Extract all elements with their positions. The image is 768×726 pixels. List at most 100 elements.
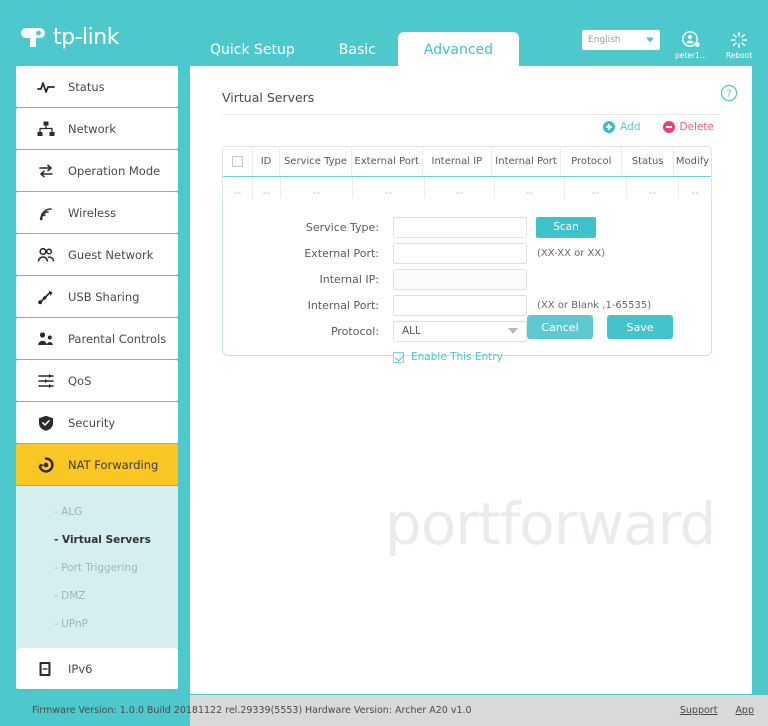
reboot-icon <box>729 30 749 50</box>
support-link[interactable]: Support <box>680 705 718 716</box>
cancel-button[interactable]: Cancel <box>527 315 593 339</box>
select-all-checkbox[interactable] <box>231 156 243 167</box>
sidebar-item-label: Status <box>68 79 105 94</box>
firmware-version: Firmware Version: 1.0.0 Build 20181122 r… <box>32 705 303 716</box>
page-title: Virtual Servers <box>222 90 315 105</box>
select-all-cell <box>223 147 253 176</box>
external-port-label: External Port: <box>304 246 379 260</box>
tp-link-logo-mark <box>18 22 48 52</box>
table-toolbar: Add Delete <box>603 121 714 133</box>
sidebar-item-security[interactable]: Security <box>16 402 178 443</box>
plus-circle-icon <box>603 121 616 133</box>
enable-entry-checkbox[interactable] <box>393 351 404 363</box>
page-root: tp-link Quick Setup Basic Advanced Engli… <box>0 0 768 726</box>
sidebar-item-label: Network <box>68 121 117 136</box>
sidebar-item-nat-forwarding[interactable]: NAT Forwarding <box>16 444 178 485</box>
entry-form: Service Type: Scan External Port: (XX-XX… <box>222 198 712 363</box>
top-tabs: Quick Setup Basic Advanced <box>188 32 520 68</box>
shield-icon <box>36 414 56 432</box>
internal-port-label: Internal Port: <box>307 298 379 312</box>
help-icon[interactable]: ? <box>720 84 738 102</box>
form-row-external-port: External Port: (XX-XX or XX) <box>223 240 711 266</box>
title-divider <box>222 114 720 115</box>
qos-icon <box>36 372 56 390</box>
pulse-icon <box>36 78 56 96</box>
subnav-item-upnp[interactable]: - UPnP <box>16 610 178 638</box>
svg-text:?: ? <box>726 89 731 100</box>
nat-icon <box>36 456 56 474</box>
table-header-row: ID Service Type External Port Internal I… <box>223 147 711 177</box>
tab-basic[interactable]: Basic <box>317 32 398 68</box>
sidebar-item-label: Security <box>68 415 116 430</box>
reboot-button[interactable]: Reboot <box>722 30 756 60</box>
language-select[interactable]: English <box>582 30 660 50</box>
sidebar-item-usb-sharing[interactable]: USB Sharing <box>16 276 178 317</box>
sidebar-item-qos[interactable]: QoS <box>16 360 178 401</box>
tab-advanced[interactable]: Advanced <box>397 32 520 68</box>
sidebar-item-label: Wireless <box>68 205 117 220</box>
sidebar-item-label: Parental Controls <box>68 331 167 346</box>
add-label: Add <box>620 121 641 133</box>
save-button[interactable]: Save <box>607 315 673 339</box>
app-header: tp-link Quick Setup Basic Advanced Engli… <box>0 0 768 68</box>
sidebar-item-parental-controls[interactable]: Parental Controls <box>16 318 178 359</box>
tab-quick-setup[interactable]: Quick Setup <box>188 32 317 68</box>
reboot-label: Reboot <box>725 51 753 60</box>
subnav-item-port-triggering[interactable]: - Port Triggering <box>16 554 178 582</box>
column-header-internal-ip: Internal IP <box>423 147 492 176</box>
hardware-version: Hardware Version: Archer A20 v1.0 <box>305 705 472 716</box>
content-panel: Virtual Servers ? Add Delete ID Service … <box>190 66 752 694</box>
sidebar-item-label: NAT Forwarding <box>68 457 159 472</box>
sidebar-item-operation-mode[interactable]: Operation Mode <box>16 150 178 191</box>
header-actions: English peter1... Reboot <box>582 30 756 60</box>
tp-link-logo-text: tp-link <box>53 24 119 50</box>
protocol-select[interactable]: ALL <box>393 320 527 342</box>
sidebar-item-ipv6[interactable]: IPv6 <box>16 648 178 689</box>
column-header-service-type: Service Type <box>280 147 352 176</box>
app-link[interactable]: App <box>735 705 754 716</box>
protocol-label: Protocol: <box>330 324 379 338</box>
subnav-item-dmz[interactable]: - DMZ <box>16 582 178 610</box>
tp-link-logo: tp-link <box>18 22 119 52</box>
enable-entry-label[interactable]: Enable This Entry <box>411 351 503 363</box>
sidebar: Status Network Operation Mode Wireless G… <box>16 66 178 690</box>
sidebar-item-label: IPv6 <box>68 661 93 676</box>
internal-port-hint: (XX or Blank ,1-65535) <box>537 299 652 311</box>
internal-ip-label: Internal IP: <box>319 272 379 286</box>
external-port-input[interactable] <box>393 242 527 264</box>
nat-forwarding-submenu: - ALG - Virtual Servers - Port Triggerin… <box>16 486 178 648</box>
add-button[interactable]: Add <box>603 121 641 133</box>
subnav-item-alg[interactable]: - ALG <box>16 498 178 526</box>
user-account-button[interactable]: peter1... <box>674 30 708 60</box>
minus-circle-icon <box>662 121 675 133</box>
delete-label: Delete <box>679 121 715 133</box>
sidebar-item-guest-network[interactable]: Guest Network <box>16 234 178 275</box>
swap-icon <box>36 162 56 180</box>
document-icon <box>36 660 56 678</box>
sidebar-item-label: Guest Network <box>68 247 154 262</box>
sidebar-item-label: Operation Mode <box>68 163 161 178</box>
sidebar-item-label: USB Sharing <box>68 289 140 304</box>
sidebar-item-network[interactable]: Network <box>16 108 178 149</box>
guest-icon <box>36 246 56 264</box>
user-icon <box>681 30 701 50</box>
delete-button[interactable]: Delete <box>662 121 715 133</box>
column-header-internal-port: Internal Port <box>492 147 562 176</box>
protocol-value: ALL <box>402 325 421 337</box>
service-type-input[interactable] <box>393 216 527 238</box>
watermark: portforward <box>385 490 716 558</box>
wifi-icon <box>36 204 56 222</box>
sidebar-item-wireless[interactable]: Wireless <box>16 192 178 233</box>
form-row-enable: Enable This Entry <box>223 351 711 363</box>
service-type-label: Service Type: <box>305 220 379 234</box>
column-header-id: ID <box>253 147 281 176</box>
scan-button[interactable]: Scan <box>536 216 596 238</box>
user-label: peter1... <box>675 51 707 60</box>
network-icon <box>36 120 56 138</box>
column-header-external-port: External Port <box>352 147 423 176</box>
internal-ip-input[interactable] <box>393 268 527 290</box>
internal-port-input[interactable] <box>393 294 527 316</box>
form-row-service-type: Service Type: Scan <box>223 214 711 240</box>
sidebar-item-status[interactable]: Status <box>16 66 178 107</box>
subnav-item-virtual-servers[interactable]: - Virtual Servers <box>16 526 178 554</box>
